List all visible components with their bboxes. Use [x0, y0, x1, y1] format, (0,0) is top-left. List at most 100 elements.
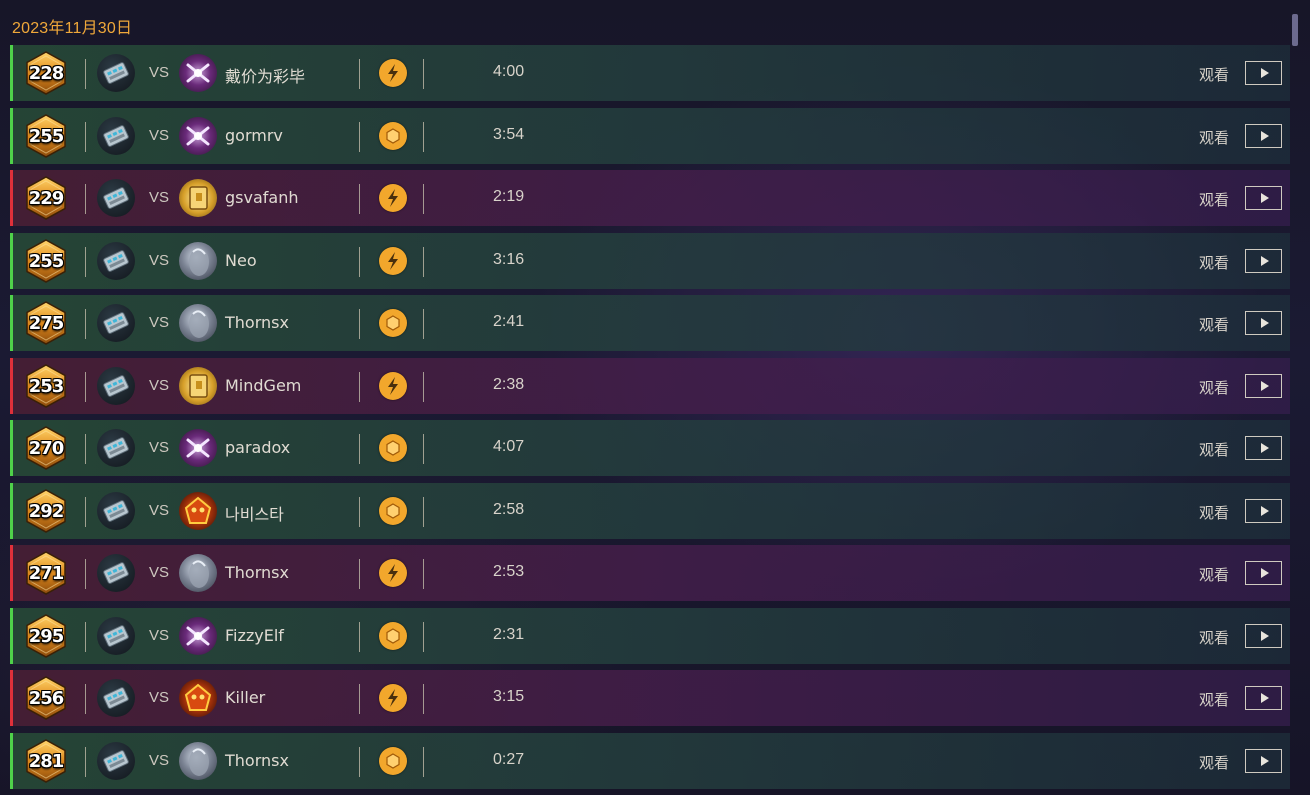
vs-label: VS [149, 626, 170, 644]
play-button[interactable] [1245, 248, 1282, 273]
match-row: 253 VS MindGem 2:38 观看 [10, 357, 1290, 414]
bolt-icon [379, 246, 407, 275]
bolt-icon [379, 371, 407, 400]
divider [85, 371, 86, 402]
opponent-name: 戴价为彩毕 [225, 67, 306, 86]
vs-label: VS [149, 64, 170, 81]
divider [423, 434, 424, 464]
opponent-arcane-icon [179, 54, 217, 92]
watch-link[interactable]: 观看 [1199, 252, 1229, 273]
divider [85, 246, 86, 277]
play-button[interactable] [1245, 61, 1282, 85]
bolt-icon [379, 59, 407, 87]
vs-label: VS [149, 439, 170, 456]
hexagon-icon [379, 496, 407, 525]
play-button[interactable] [1245, 498, 1282, 523]
watch-link[interactable]: 观看 [1199, 127, 1229, 148]
divider [359, 246, 360, 277]
divider [359, 434, 360, 464]
match-row: 281 VS Thornsx 0:27 观看 [10, 732, 1290, 789]
match-duration: 0:27 [493, 750, 525, 768]
hexagon-icon [379, 621, 407, 650]
play-button[interactable] [1245, 623, 1282, 648]
match-duration: 2:41 [493, 313, 525, 330]
play-button[interactable] [1245, 561, 1282, 585]
opponent-name: gsvafanh [225, 188, 299, 207]
opponent-name: 나비스타 [225, 504, 284, 524]
bolt-icon [379, 684, 407, 712]
divider [85, 121, 86, 152]
bolt-icon [379, 559, 407, 587]
vs-label: VS [149, 689, 170, 706]
rating-badge: 281 [25, 738, 67, 783]
hexagon-icon [379, 434, 407, 462]
divider [359, 121, 360, 152]
divider [359, 371, 360, 402]
opponent-ghost-icon [179, 741, 217, 780]
watch-link[interactable]: 观看 [1199, 564, 1229, 585]
vs-label: VS [149, 751, 170, 769]
match-row: 270 VS paradox 4:07 观看 [10, 420, 1290, 476]
match-row: 228 VS 戴价为彩毕 4:00 观看 [10, 45, 1290, 101]
match-duration: 2:19 [493, 188, 525, 205]
opponent-name: Thornsx [225, 563, 289, 582]
match-duration: 2:58 [493, 500, 525, 518]
opponent-name: Killer [225, 688, 266, 707]
vs-label: VS [149, 564, 170, 581]
watch-link[interactable]: 观看 [1199, 689, 1229, 710]
play-button[interactable] [1245, 686, 1282, 710]
player-hero-icon [97, 491, 135, 530]
watch-link[interactable]: 观看 [1199, 752, 1229, 773]
watch-link[interactable]: 观看 [1199, 627, 1229, 648]
divider [359, 496, 360, 527]
divider [423, 184, 424, 214]
rating-value: 228 [28, 63, 65, 84]
play-button[interactable] [1245, 186, 1282, 210]
vs-label: VS [149, 251, 170, 269]
watch-link[interactable]: 观看 [1199, 189, 1229, 210]
watch-link[interactable]: 观看 [1199, 314, 1229, 335]
vs-label: VS [149, 314, 170, 331]
bolt-icon [379, 184, 407, 212]
rating-badge: 255 [25, 238, 67, 283]
divider [423, 121, 424, 152]
scrollbar-thumb[interactable] [1292, 14, 1298, 46]
watch-link[interactable]: 观看 [1199, 439, 1229, 460]
vs-label: VS [149, 189, 170, 206]
player-hero-icon [97, 116, 135, 155]
rating-badge: 271 [25, 551, 67, 595]
opponent-name: FizzyElf [225, 625, 284, 645]
rating-value: 255 [28, 250, 65, 272]
rating-value: 256 [28, 688, 65, 709]
match-row: 255 VS gormrv 3:54 观看 [10, 107, 1290, 164]
opponent-ghost-icon [179, 241, 217, 280]
hexagon-icon [379, 121, 407, 150]
play-button[interactable] [1245, 123, 1282, 148]
play-button[interactable] [1245, 373, 1282, 398]
watch-link[interactable]: 观看 [1199, 502, 1229, 523]
hexagon-icon [379, 746, 407, 775]
play-button[interactable] [1245, 436, 1282, 460]
divider [85, 434, 86, 464]
rating-value: 253 [28, 375, 65, 397]
vs-label: VS [149, 376, 170, 394]
match-row: 256 VS Killer 3:15 观看 [10, 670, 1290, 726]
opponent-name: MindGem [225, 375, 302, 395]
match-list: 228 VS 戴价为彩毕 4:00 观看 255 VS gormrv 3:54 … [10, 45, 1290, 795]
vs-label: VS [149, 126, 170, 144]
match-row: 255 VS Neo 3:16 观看 [10, 232, 1290, 289]
player-hero-icon [97, 179, 135, 217]
divider [423, 684, 424, 714]
divider [359, 59, 360, 89]
divider [85, 746, 86, 777]
match-row: 229 VS gsvafanh 2:19 观看 [10, 170, 1290, 226]
play-button[interactable] [1245, 311, 1282, 335]
divider [423, 746, 424, 777]
opponent-demon-icon [179, 679, 217, 717]
play-button[interactable] [1245, 748, 1282, 773]
divider [85, 496, 86, 527]
opponent-name: Thornsx [225, 313, 289, 332]
player-hero-icon [97, 54, 135, 92]
watch-link[interactable]: 观看 [1199, 377, 1229, 398]
watch-link[interactable]: 观看 [1199, 64, 1229, 85]
